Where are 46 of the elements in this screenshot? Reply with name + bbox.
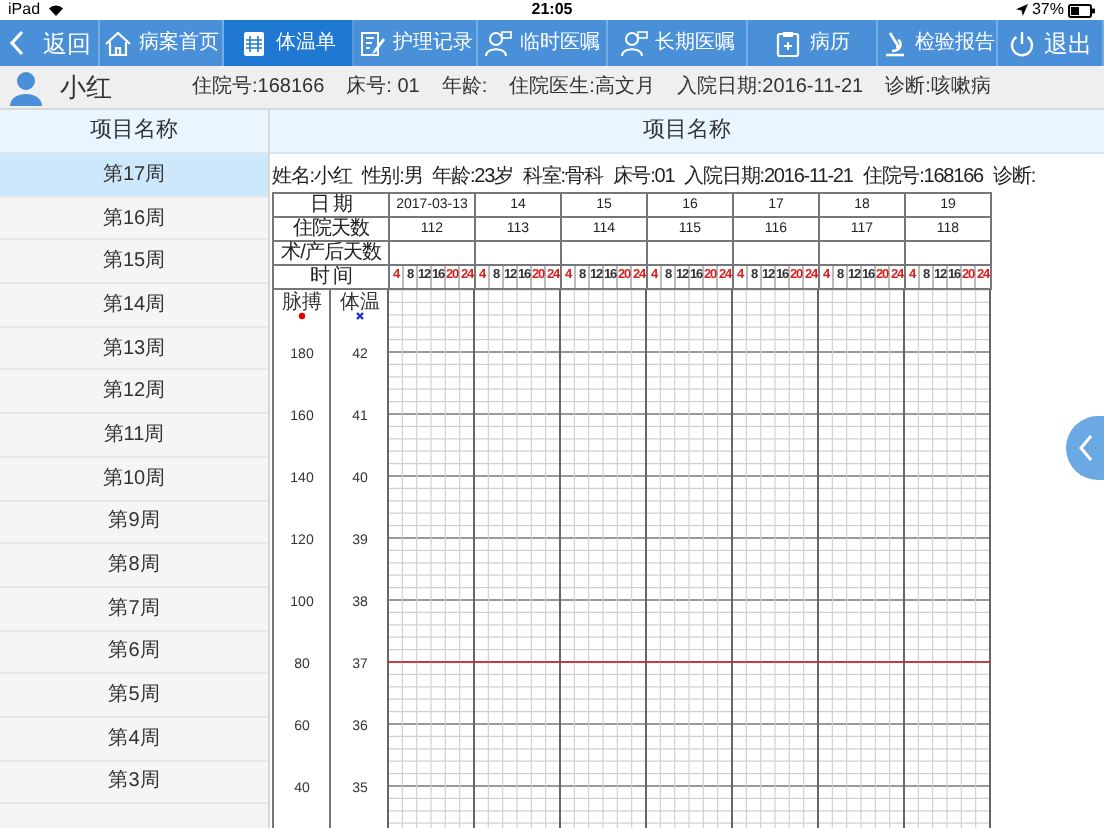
- pulse-dot-icon: [298, 312, 306, 320]
- sheet-info-field: 科室:骨科: [522, 167, 603, 187]
- clipboard-icon: [774, 29, 802, 57]
- week-item[interactable]: 第9周: [0, 501, 268, 545]
- row-label: 术/产后天数: [274, 242, 390, 264]
- row-label: 日 期: [274, 194, 390, 216]
- sheet-info-field: 年龄:23岁: [432, 167, 513, 187]
- week-item[interactable]: 第16周: [0, 197, 268, 241]
- wifi-icon: [48, 4, 65, 16]
- location-arrow-icon: [1015, 4, 1028, 16]
- table-sheet-icon: [240, 29, 268, 57]
- sheet-info-field: 性别:男: [361, 167, 423, 187]
- sheet-info-field: 住院号:168166: [862, 167, 984, 187]
- patient-field: 住院医生:高文月: [509, 77, 655, 97]
- notepad-pen-icon: [357, 29, 385, 57]
- house-icon: [103, 29, 131, 57]
- doctor-icon: [619, 29, 647, 57]
- main-header: 项目名称: [270, 110, 1104, 154]
- device-name: iPad: [8, 2, 41, 18]
- sheet-info-field: 诊断:: [993, 167, 1036, 187]
- patient-field: 床号: 01: [346, 77, 420, 97]
- nav-tab[interactable]: 体温单: [224, 20, 354, 66]
- patient-field: 诊断:咳嗽病: [885, 77, 991, 97]
- pulse-label: 脉搏: [282, 292, 322, 314]
- chevron-left-icon: [1077, 434, 1093, 462]
- patient-field: 年龄:: [441, 77, 488, 97]
- week-item[interactable]: 第3周: [0, 761, 268, 805]
- row-label: 时 间: [274, 266, 390, 288]
- row-label: 住院天数: [274, 218, 390, 240]
- week-item[interactable]: 第6周: [0, 631, 268, 675]
- avatar-icon: [8, 69, 44, 105]
- temperature-cross-icon: [355, 311, 365, 321]
- patient-field: 住院号:168166: [192, 77, 325, 97]
- doctor-icon: [484, 29, 512, 57]
- clock-time: 21:05: [531, 2, 573, 18]
- battery-percent: 37%: [1031, 2, 1064, 18]
- power-icon: [1008, 29, 1036, 57]
- sidebar-header: 项目名称: [0, 110, 268, 154]
- patient-field: 入院日期:2016-11-21: [676, 77, 864, 97]
- sheet-info-field: 床号:01: [612, 167, 675, 187]
- patient-name: 小红: [60, 74, 114, 100]
- week-item[interactable]: 第17周: [0, 154, 268, 198]
- battery-icon: [1068, 3, 1096, 17]
- temperature-label: 体温: [340, 292, 380, 314]
- sheet-info-field: 入院日期:2016-11-21: [684, 167, 853, 187]
- sheet-info-field: 姓名:小红: [272, 167, 352, 187]
